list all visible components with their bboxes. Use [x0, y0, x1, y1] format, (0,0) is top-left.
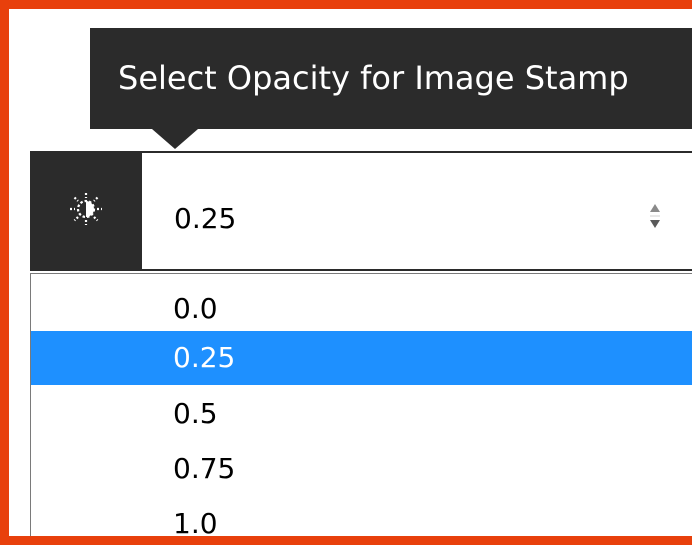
screenshot-frame: Select Opacity for Image Stamp 0.25 0.0 … — [0, 0, 692, 545]
option-1-0[interactable]: 1.0 — [31, 497, 692, 536]
option-0-5[interactable]: 0.5 — [31, 387, 692, 441]
option-0-75[interactable]: 0.75 — [31, 442, 692, 496]
tooltip: Select Opacity for Image Stamp — [90, 28, 692, 129]
tooltip-arrow — [152, 129, 198, 149]
opacity-select-value: 0.25 — [174, 202, 237, 235]
option-0-0[interactable]: 0.0 — [31, 282, 692, 336]
option-0-25-selected[interactable]: 0.25 — [31, 331, 692, 385]
tooltip-text: Select Opacity for Image Stamp — [118, 59, 629, 97]
opacity-options-list: 0.0 0.25 0.5 0.75 1.0 — [30, 273, 692, 536]
spinner-arrows-icon[interactable] — [647, 201, 663, 231]
opacity-select[interactable]: 0.25 — [142, 151, 692, 271]
brightness-icon — [69, 192, 103, 230]
opacity-icon-box — [30, 151, 142, 271]
